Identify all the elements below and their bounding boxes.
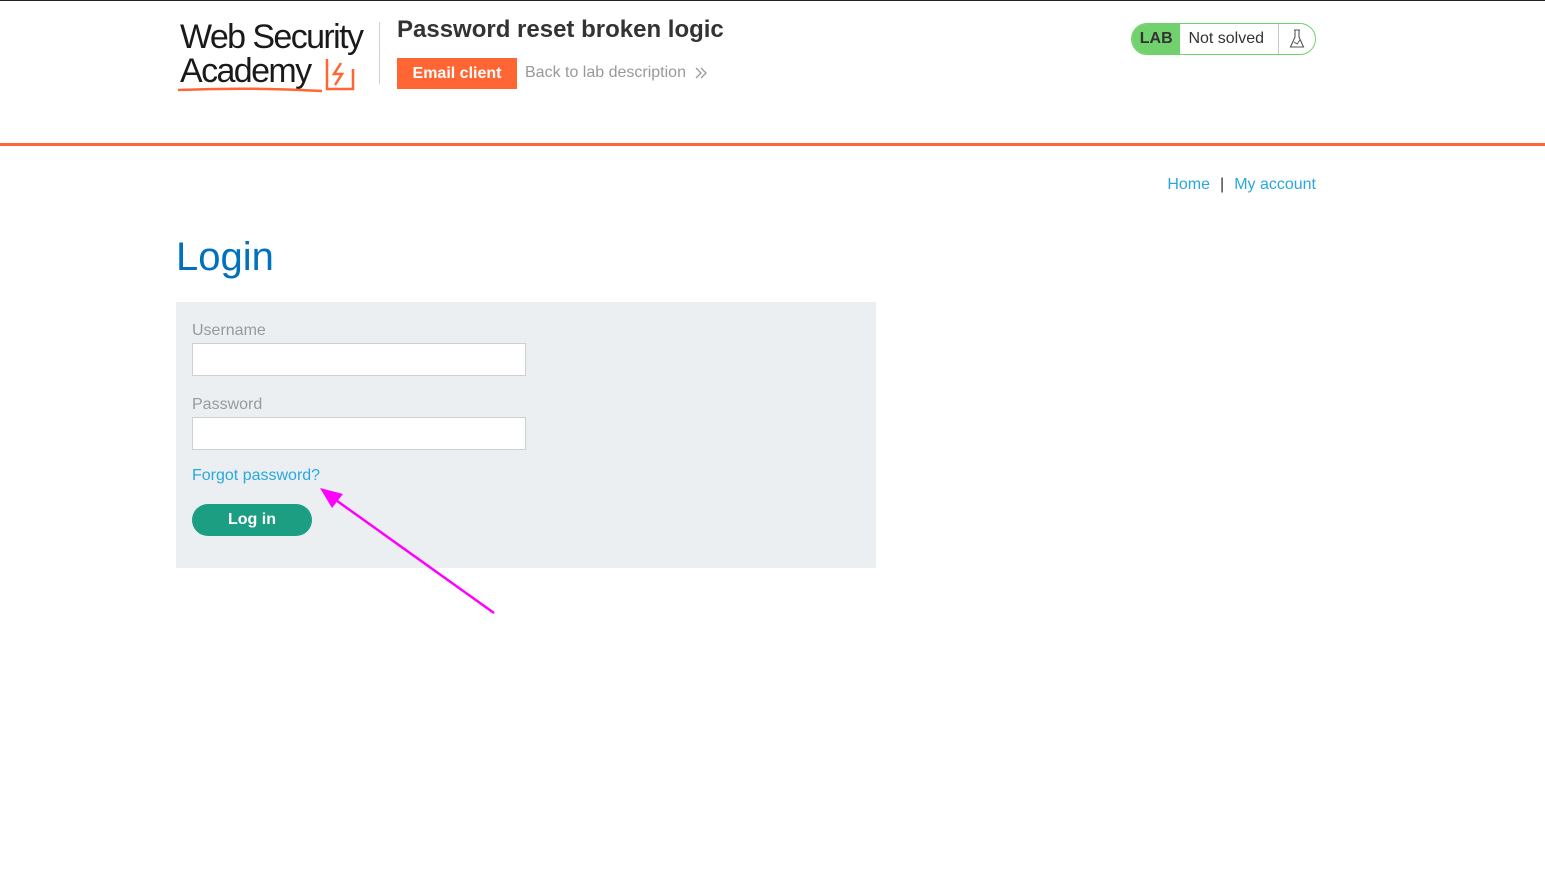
back-to-lab-description-link[interactable]: Back to lab description	[525, 64, 708, 82]
nav-my-account-link[interactable]: My account	[1234, 176, 1316, 194]
lab-header: Web Security Academy Password reset brok…	[0, 0, 1545, 146]
lab-badge: LAB	[1132, 24, 1181, 54]
page-title: Login	[176, 235, 274, 279]
flask-icon	[1289, 29, 1305, 48]
top-nav: Home | My account	[1167, 176, 1316, 194]
username-input[interactable]	[192, 343, 526, 376]
double-chevron-right-icon	[695, 67, 707, 79]
log-in-button[interactable]: Log in	[192, 504, 312, 536]
nav-home-link[interactable]: Home	[1167, 176, 1210, 194]
email-client-button[interactable]: Email client	[397, 58, 517, 89]
lab-status-flask-area	[1278, 24, 1315, 54]
password-input[interactable]	[192, 417, 526, 450]
username-label: Username	[192, 322, 266, 339]
forgot-password-link[interactable]: Forgot password?	[192, 467, 320, 485]
lab-status-widget: LAB Not solved	[1131, 23, 1316, 55]
nav-separator: |	[1220, 176, 1225, 193]
back-link-label: Back to lab description	[525, 64, 686, 81]
login-form: Username Password Forgot password? Log i…	[176, 302, 876, 568]
logo-line-1: Web Security	[180, 18, 364, 56]
lab-status-text: Not solved	[1188, 30, 1265, 47]
web-security-academy-logo[interactable]: Web Security Academy	[176, 20, 378, 96]
logo-underline-swoosh	[177, 87, 323, 93]
password-label: Password	[192, 396, 263, 413]
lab-title: Password reset broken logic	[397, 16, 724, 43]
academy-lightning-icon	[325, 59, 355, 91]
logo-divider	[379, 22, 380, 84]
